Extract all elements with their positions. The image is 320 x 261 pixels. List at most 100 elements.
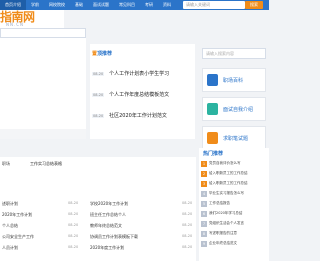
recommend-item[interactable]: 08-20 社区2020年工作计划范文: [92, 112, 192, 120]
hot-item[interactable]: 6 我们2020年学习总结: [201, 210, 267, 218]
hot-item[interactable]: 1 党员自我评价怎么写: [201, 160, 267, 168]
recommend-item[interactable]: 08-20 个人工作年度总结模板范文: [92, 91, 192, 99]
list-item-title[interactable]: 教师年终总结范文: [90, 223, 122, 228]
card-self-intro[interactable]: 面试自我介绍: [202, 97, 266, 121]
sidebar-search-input[interactable]: 请输入搜索内容: [202, 48, 266, 59]
list-item-title[interactable]: 公司安全生产工作: [2, 234, 34, 239]
list-item[interactable]: 班主任工作总结个人 08-20: [90, 212, 194, 220]
hot-recommend-panel: 热门推荐 1 党员自我评价怎么写 2 给入职新员工的工作总结 3 给入职新员工的工作总…: [199, 148, 269, 261]
hot-item[interactable]: 3 给入职新员工的工作总结: [201, 180, 267, 188]
hot-item-text[interactable]: 给入职新员工的工作总结: [209, 171, 248, 176]
logo-subtext: NN.CN: [6, 22, 25, 27]
hot-item-text[interactable]: 我们2020年学习总结: [209, 211, 242, 216]
list-item-date: 08-20: [68, 212, 79, 216]
recommend-title-b: 顶推荐: [97, 51, 113, 57]
wiki-icon: [207, 74, 218, 86]
list-item-date: 08-20: [182, 223, 193, 227]
hot-item-text[interactable]: 企业年终总结范文: [209, 241, 237, 246]
recommend-date: 08-20: [92, 114, 105, 118]
recommend-headline[interactable]: 个人工作计划表小学生学习: [109, 70, 169, 77]
list-item-date: 08-20: [68, 245, 79, 249]
list-item-title[interactable]: 协调员工作计划表模板下载: [90, 234, 138, 239]
list-item[interactable]: 2020年工作计划 08-20: [2, 212, 82, 220]
hot-title: 热门推荐: [203, 151, 224, 157]
rank-badge: 7: [201, 220, 207, 227]
list-item-title[interactable]: 人员计划: [2, 245, 18, 250]
hot-item-text[interactable]: 给入职新员工的工作总结: [209, 181, 248, 186]
recommend-item[interactable]: 08-20 个人工作计划表小学生学习: [92, 70, 192, 78]
list-item[interactable]: 教师年终总结范文 08-20: [90, 223, 194, 231]
rank-badge: 9: [201, 240, 207, 247]
nav-item-home[interactable]: 首页介绍: [0, 0, 26, 10]
list-item[interactable]: 2020年度工作计划 08-20: [90, 245, 194, 253]
recommend-date: 08-20: [92, 93, 105, 97]
card-career-wiki[interactable]: 职场百科: [202, 68, 266, 92]
recommend-headline[interactable]: 社区2020年工作计划范文: [109, 112, 167, 119]
list-item[interactable]: 学校2020年工作计划 08-20: [90, 201, 194, 209]
header-search-input[interactable]: 请输入关键词: [183, 1, 245, 9]
hot-item-text[interactable]: 党员自我评价怎么写: [209, 161, 241, 166]
banner-image[interactable]: [0, 129, 86, 139]
hot-item-text[interactable]: 写述职报告的注意: [209, 231, 237, 236]
recommend-panel: 置顶推荐 08-20 个人工作计划表小学生学习 08-20 个人工作年度总结模板…: [90, 44, 195, 139]
exam-icon: [207, 132, 218, 144]
nav-item-5[interactable]: 常见科目: [114, 0, 140, 10]
hot-item[interactable]: 4 毕业生实习报告怎么写: [201, 190, 267, 198]
banner-panel: [0, 28, 86, 139]
section-heading: 职场: [2, 161, 10, 166]
list-item-date: 08-20: [182, 201, 193, 205]
rank-badge: 1: [201, 160, 207, 167]
nav-item-3[interactable]: 基础: [70, 0, 88, 10]
recommend-headline[interactable]: 个人工作年度总结模板范文: [109, 91, 169, 98]
list-item[interactable]: 公司安全生产工作 08-20: [2, 234, 82, 242]
hot-item-text[interactable]: 毕业生实习报告怎么写: [209, 191, 244, 196]
hot-item[interactable]: 8 写述职报告的注意: [201, 230, 267, 238]
card-label: 面试自我介绍: [223, 107, 254, 113]
recommend-date: 08-20: [92, 72, 105, 76]
list-item-date: 08-20: [68, 223, 79, 227]
recommend-title: 置顶推荐: [92, 50, 112, 57]
hot-item-text[interactable]: 党组织生活会个人发言: [209, 221, 244, 226]
list-item-date: 08-20: [182, 212, 193, 216]
featured-headline[interactable]: 工作实习总结表格: [30, 161, 62, 167]
top-nav: 首页介绍 学前 网校院校 基础 面试试题 常见科目 考研 资料 请输入关键词 搜…: [0, 0, 269, 10]
list-item[interactable]: 述职计划 08-20: [2, 201, 82, 209]
rank-badge: 2: [201, 170, 207, 177]
list-item-title[interactable]: 学校2020年工作计划: [90, 201, 128, 206]
nav-item-1[interactable]: 学前: [26, 0, 44, 10]
header-search-button[interactable]: 搜索: [245, 1, 263, 9]
list-item-date: 08-20: [68, 234, 79, 238]
rank-badge: 6: [201, 210, 207, 217]
nav-item-7[interactable]: 资料: [158, 0, 176, 10]
list-item[interactable]: 人员计划 08-20: [2, 245, 82, 253]
card-label: 求职笔试题: [223, 136, 249, 142]
list-item-date: 08-20: [182, 234, 193, 238]
hot-item[interactable]: 7 党组织生活会个人发言: [201, 220, 267, 228]
card-label: 职场百科: [223, 78, 244, 84]
rank-badge: 5: [201, 200, 207, 207]
list-item-title[interactable]: 述职计划: [2, 201, 18, 206]
list-item[interactable]: 协调员工作计划表模板下载 08-20: [90, 234, 194, 242]
nav-item-4[interactable]: 面试试题: [88, 0, 114, 10]
list-item-title[interactable]: 2020年工作计划: [2, 212, 32, 217]
hot-item-text[interactable]: 工作总结报告: [209, 201, 230, 206]
list-item-title[interactable]: 个人总结: [2, 223, 18, 228]
hot-item[interactable]: 9 企业年终总结范文: [201, 240, 267, 248]
hot-item[interactable]: 2 给入职新员工的工作总结: [201, 170, 267, 178]
nav-item-6[interactable]: 考研: [140, 0, 158, 10]
interview-icon: [207, 103, 218, 115]
hot-item[interactable]: 5 工作总结报告: [201, 200, 267, 208]
list-item-title[interactable]: 2020年度工作计划: [90, 245, 124, 250]
list-item-date: 08-20: [182, 245, 193, 249]
card-written-test[interactable]: 求职笔试题: [202, 126, 266, 150]
rank-badge: 8: [201, 230, 207, 237]
list-item[interactable]: 个人总结 08-20: [2, 223, 82, 231]
rank-badge: 4: [201, 190, 207, 197]
list-item-title[interactable]: 班主任工作总结个人: [90, 212, 126, 217]
site-logo[interactable]: 指南网 NN.CN: [0, 10, 64, 28]
nav-item-2[interactable]: 网校院校: [44, 0, 70, 10]
rank-badge: 3: [201, 180, 207, 187]
article-list-panel: 职场 工作实习总结表格 述职计划 08-20 2020年工作计划 08-20 个…: [0, 157, 196, 261]
list-item-date: 08-20: [68, 201, 79, 205]
banner-search-input[interactable]: [0, 28, 86, 38]
